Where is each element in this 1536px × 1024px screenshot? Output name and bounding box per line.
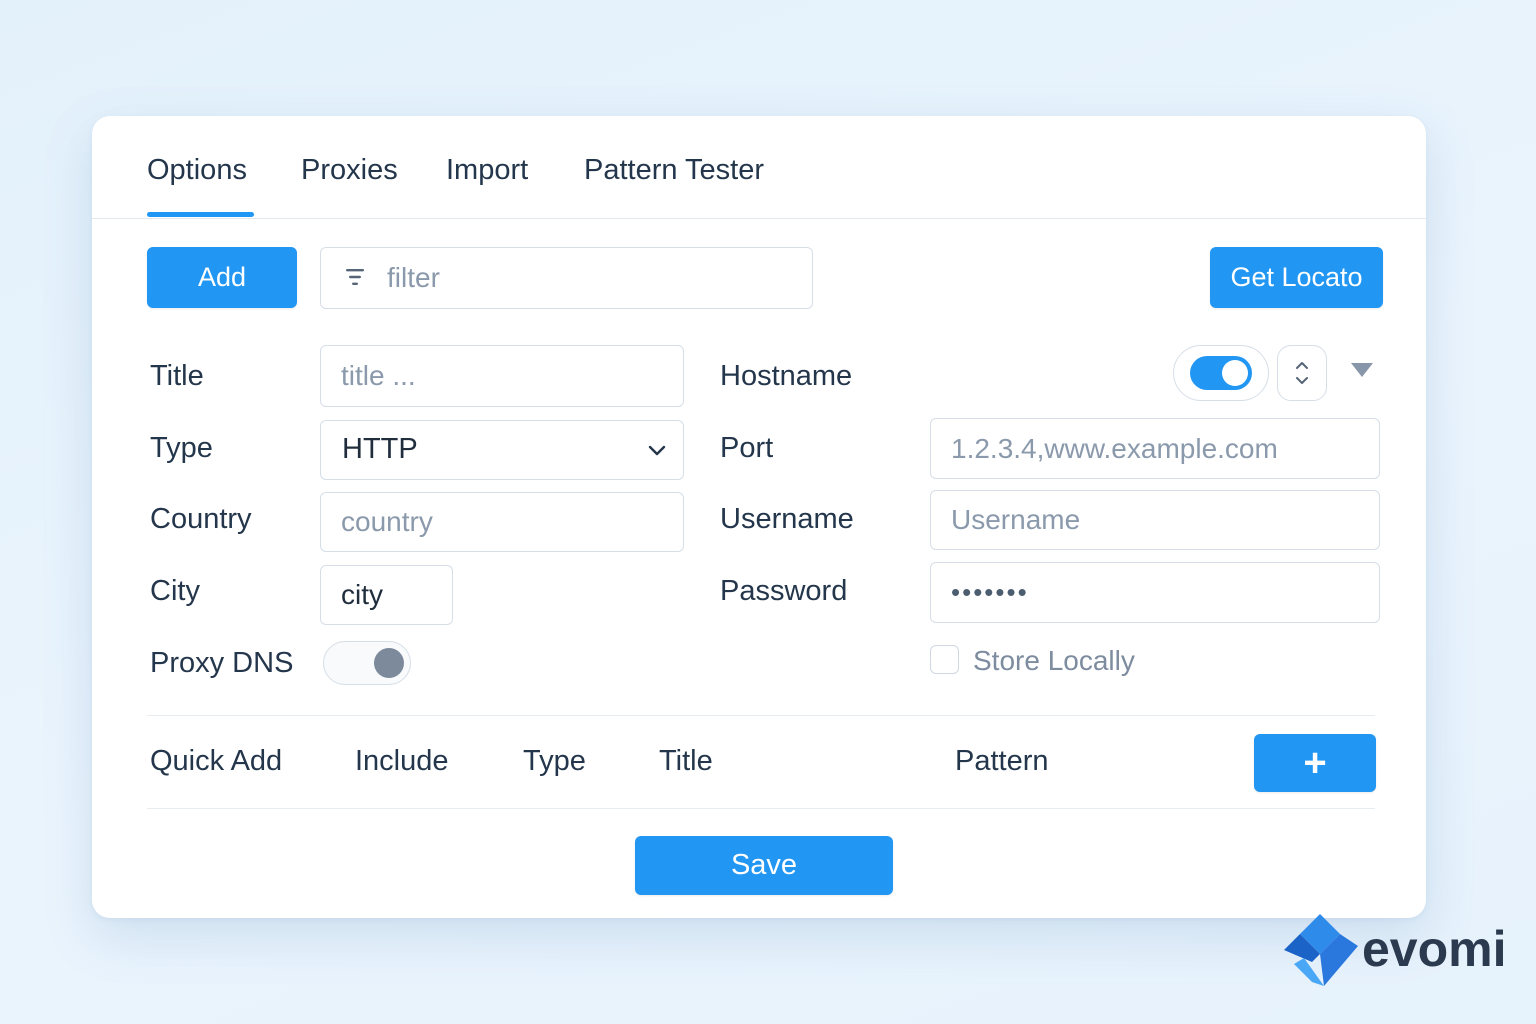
proxy-settings-card: Options Proxies Import Pattern Tester Ad… [92, 116, 1426, 918]
add-button[interactable]: Add [147, 247, 297, 308]
username-label: Username [720, 503, 854, 535]
up-down-chevron-icon [1296, 362, 1308, 384]
proxy-dns-label: Proxy DNS [150, 647, 294, 679]
country-label: Country [150, 503, 252, 535]
quick-add-label: Quick Add [150, 745, 283, 777]
hostname-toggle-container [1173, 345, 1269, 401]
column-header-title: Title [659, 745, 713, 777]
column-header-pattern: Pattern [955, 745, 1049, 777]
column-header-type: Type [523, 745, 586, 777]
port-label: Port [720, 432, 774, 464]
toggle-knob [374, 648, 404, 678]
port-input[interactable] [930, 418, 1380, 479]
section-divider [147, 715, 1375, 716]
username-input[interactable] [930, 490, 1380, 550]
hostname-toggle[interactable] [1190, 356, 1252, 390]
city-label: City [150, 575, 200, 607]
store-locally-checkbox[interactable] [930, 645, 959, 674]
password-label: Password [720, 575, 848, 607]
chevron-down-icon [648, 445, 666, 456]
tab-pattern-tester[interactable]: Pattern Tester [584, 154, 764, 187]
brand-logo: evomi [1282, 912, 1522, 992]
toggle-knob [1222, 360, 1248, 386]
column-header-include: Include [355, 745, 449, 777]
tab-import[interactable]: Import [446, 154, 528, 187]
filter-field[interactable] [320, 247, 813, 309]
type-label: Type [150, 432, 213, 464]
evomi-logo-icon [1284, 914, 1358, 986]
tab-bar: Options Proxies Import Pattern Tester [92, 116, 1426, 219]
title-label: Title [150, 360, 204, 392]
tab-options[interactable]: Options [147, 154, 247, 187]
filter-icon [346, 269, 364, 285]
brand-name: evomi [1362, 921, 1507, 977]
type-select-value: HTTP [342, 433, 418, 465]
active-tab-indicator [147, 212, 254, 217]
title-input[interactable] [320, 345, 684, 407]
type-select[interactable]: HTTP [320, 420, 684, 480]
tab-proxies[interactable]: Proxies [301, 154, 398, 187]
table-divider [147, 808, 1375, 809]
order-stepper[interactable] [1277, 345, 1327, 401]
save-button[interactable]: Save [635, 836, 893, 895]
dropdown-triangle-icon[interactable] [1349, 361, 1375, 379]
get-location-button[interactable]: Get Locato [1210, 247, 1383, 308]
city-input[interactable] [320, 565, 453, 625]
hostname-label: Hostname [720, 360, 853, 392]
proxy-dns-toggle[interactable] [323, 641, 411, 685]
store-locally-label: Store Locally [973, 645, 1135, 676]
quick-add-plus-button[interactable]: + [1254, 734, 1376, 792]
filter-input[interactable] [385, 248, 789, 308]
password-input[interactable]: ••••••• [930, 562, 1380, 623]
country-input[interactable] [320, 492, 684, 552]
